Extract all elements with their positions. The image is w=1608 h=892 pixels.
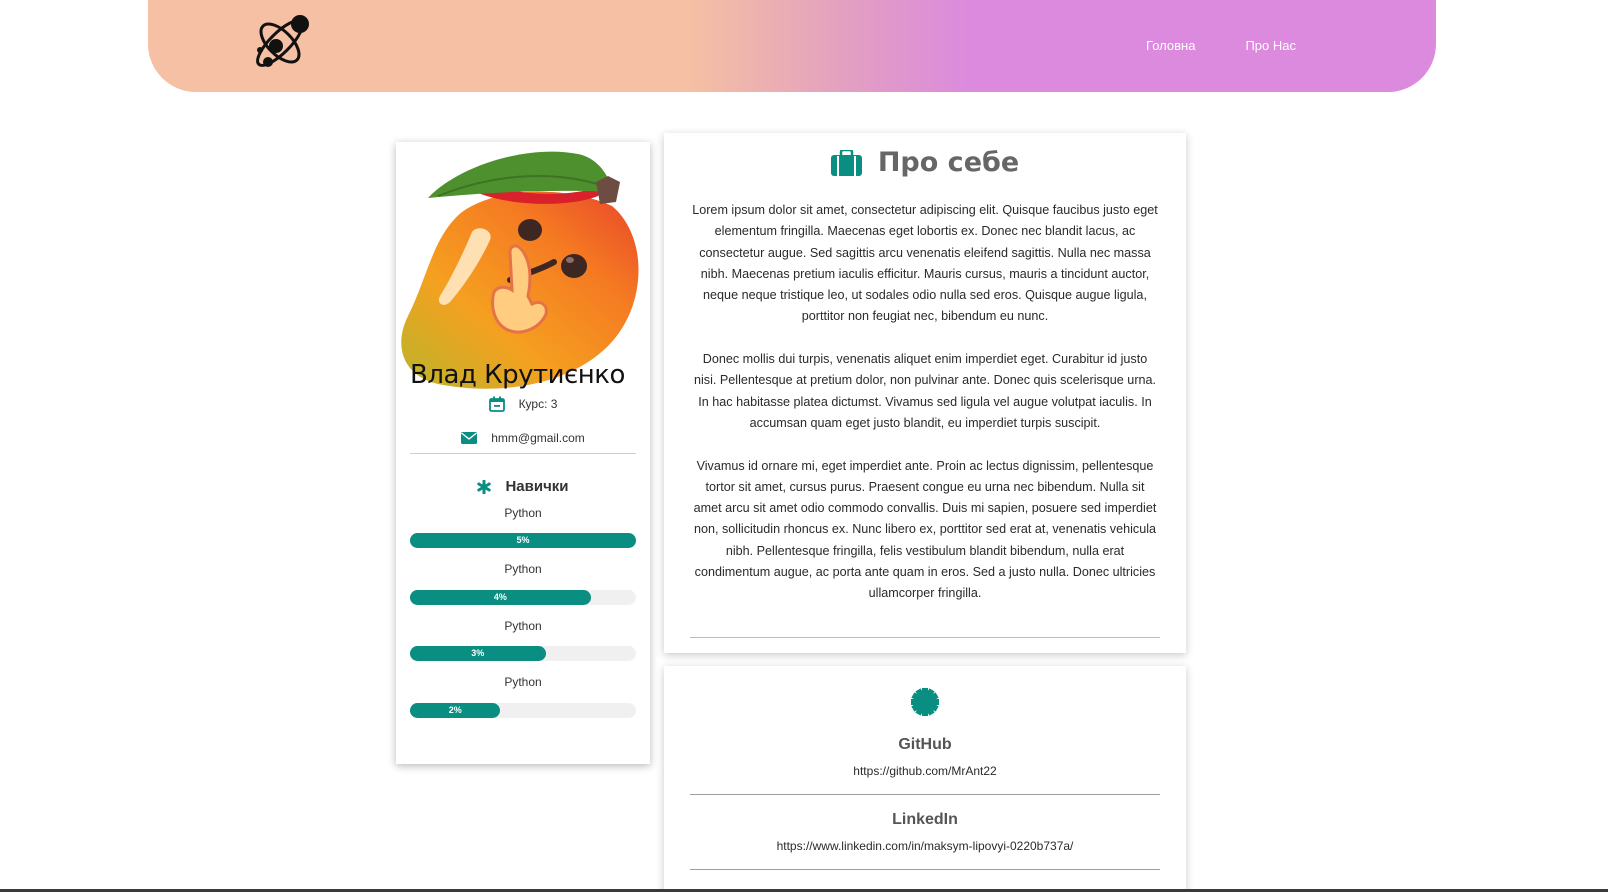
course-text: Курс: 3 bbox=[518, 397, 558, 411]
main-nav: Головна Про Нас bbox=[1146, 38, 1296, 53]
skill-progress-bar: 5% bbox=[410, 533, 636, 548]
skill-progress-bar: 3% bbox=[410, 646, 636, 661]
calendar-icon bbox=[488, 396, 505, 412]
about-text: Lorem ipsum dolor sit amet, consectetur … bbox=[690, 200, 1160, 605]
linkedin-link[interactable]: https://www.linkedin.com/in/maksym-lipov… bbox=[664, 839, 1186, 853]
top-header: Головна Про Нас bbox=[148, 0, 1436, 92]
linkedin-title: LinkedIn bbox=[892, 811, 958, 828]
skills-title: Навички bbox=[505, 478, 569, 495]
atom-icon[interactable] bbox=[248, 12, 312, 74]
skill-progress-fill: 5% bbox=[410, 533, 636, 548]
skill-label: Python bbox=[504, 506, 542, 520]
skill-progress-bar: 4% bbox=[410, 590, 636, 605]
email-text[interactable]: hmm@gmail.com bbox=[491, 431, 585, 445]
skill-label: Python bbox=[504, 562, 542, 576]
about-paragraph: Lorem ipsum dolor sit amet, consectetur … bbox=[692, 203, 1158, 324]
nav-about-link[interactable]: Про Нас bbox=[1245, 38, 1296, 53]
about-divider bbox=[690, 637, 1160, 638]
badge-gear-icon bbox=[911, 688, 939, 716]
about-heading: Про себе bbox=[664, 147, 1186, 178]
social-divider bbox=[690, 794, 1160, 795]
skills-heading: Навички bbox=[396, 478, 650, 495]
social-divider bbox=[690, 869, 1160, 870]
envelope-icon bbox=[461, 432, 478, 444]
email-row: hmm@gmail.com bbox=[396, 431, 650, 445]
social-card: GitHub https://github.com/MrAnt22 Linked… bbox=[664, 666, 1186, 892]
asterisk-icon bbox=[477, 479, 492, 494]
profile-card: Влад Крутиєнко Курс: 3 hmm@gmail.com Нав… bbox=[396, 142, 650, 764]
skill-progress-fill: 4% bbox=[410, 590, 591, 605]
nav-home-link[interactable]: Головна bbox=[1146, 38, 1195, 53]
skill-progress-bar: 2% bbox=[410, 703, 636, 718]
mango-shush-avatar bbox=[401, 151, 639, 389]
skill-label: Python bbox=[504, 675, 542, 689]
skill-label: Python bbox=[504, 619, 542, 633]
briefcase-icon bbox=[830, 149, 862, 176]
profile-divider bbox=[410, 453, 636, 454]
about-card: Про себе Lorem ipsum dolor sit amet, con… bbox=[664, 133, 1186, 653]
skill-progress-fill: 2% bbox=[410, 703, 501, 718]
about-title: Про себе bbox=[877, 147, 1020, 178]
about-paragraph: Vivamus id ornare mi, eget imperdiet ant… bbox=[693, 458, 1157, 601]
about-paragraph: Donec mollis dui turpis, venenatis aliqu… bbox=[693, 352, 1157, 430]
github-link[interactable]: https://github.com/MrAnt22 bbox=[664, 764, 1186, 778]
profile-name: Влад Крутиєнко bbox=[410, 360, 625, 390]
course-row: Курс: 3 bbox=[396, 396, 650, 412]
github-title: GitHub bbox=[898, 736, 952, 753]
skill-progress-fill: 3% bbox=[410, 646, 546, 661]
